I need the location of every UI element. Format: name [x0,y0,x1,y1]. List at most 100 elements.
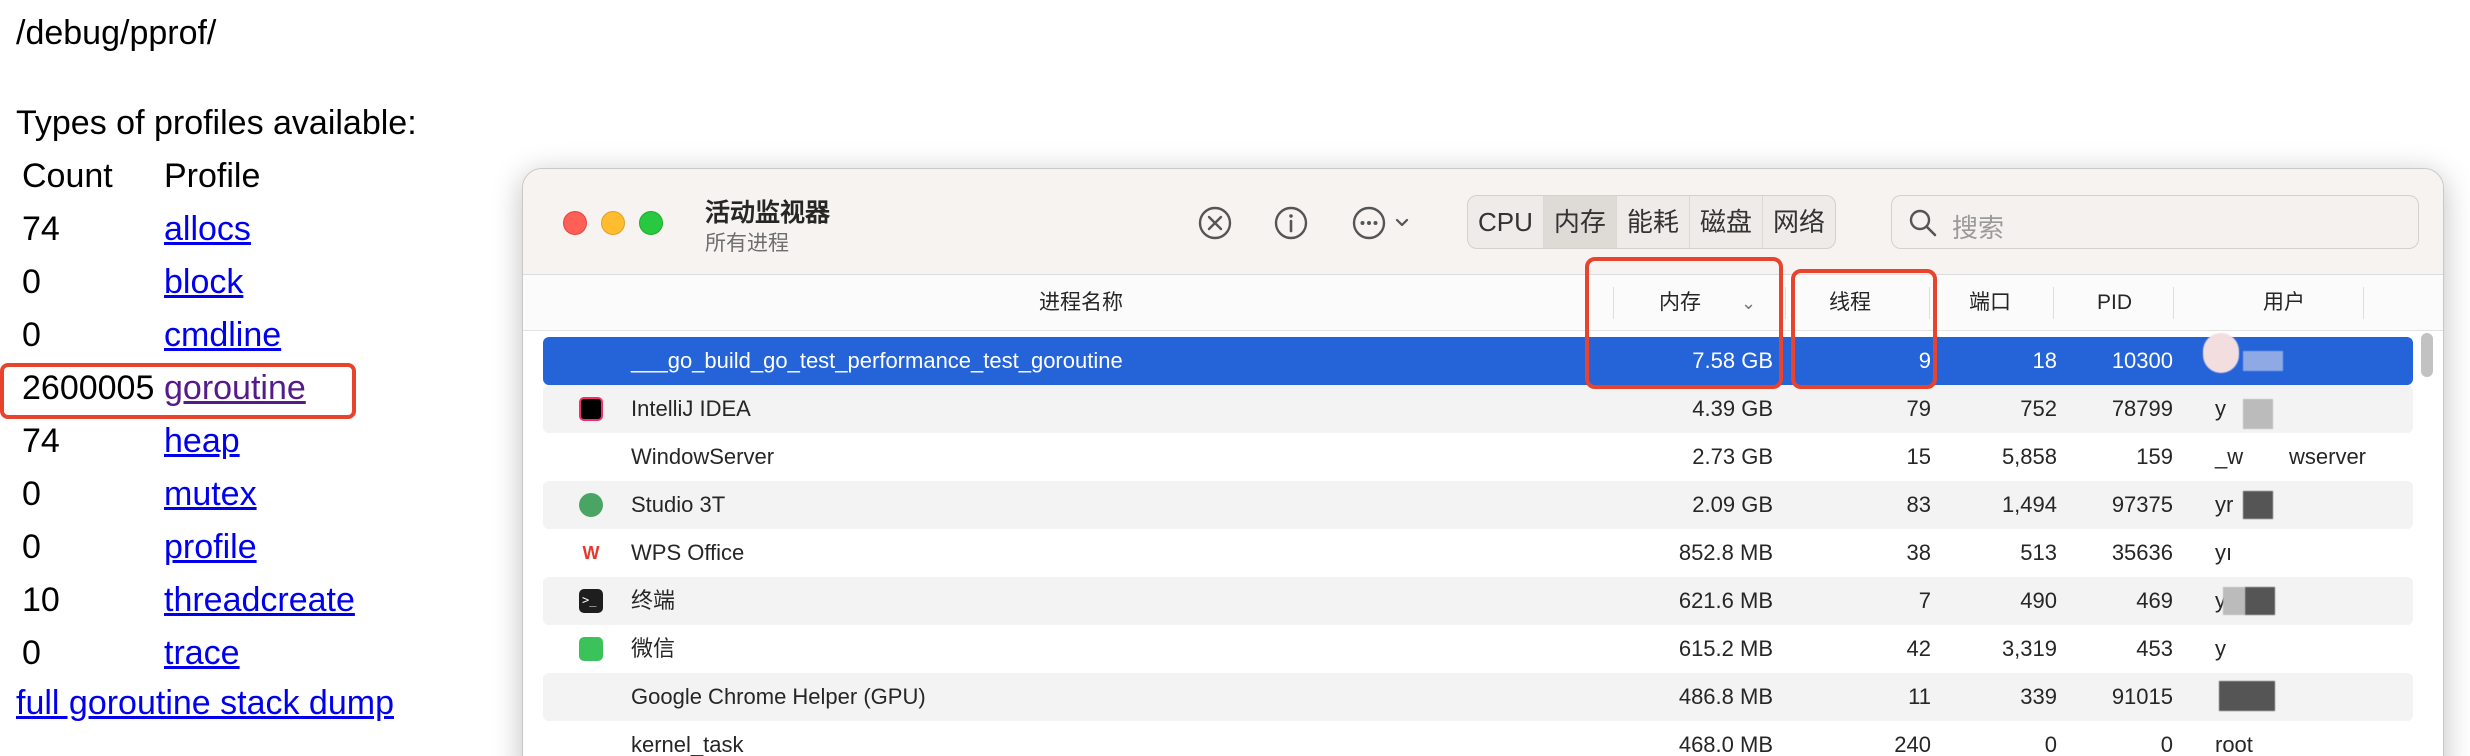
process-ports: 18 [2032,348,2057,373]
column-pid[interactable]: PID [2097,275,2132,331]
process-user: yr [2215,492,2234,517]
threads-highlight-box [1791,269,1937,389]
close-window-button[interactable] [563,211,587,235]
profile-link-heap[interactable]: heap [164,415,240,468]
column-divider [2363,287,2364,319]
process-memory: 852.8 MB [1678,540,1773,565]
process-pid: 469 [2136,588,2173,613]
profile-header: Profile [164,157,261,195]
process-pid: 91015 [2111,684,2173,709]
profile-link-mutex[interactable]: mutex [164,468,257,521]
redacted-user [2243,399,2273,429]
window-subtitle: 所有进程 [705,232,789,255]
redacted-user [2243,491,2273,519]
pprof-page: /debug/pprof/ Types of profiles availabl… [0,0,520,756]
full-goroutine-dump-link[interactable]: full goroutine stack dump [16,684,394,723]
vertical-scrollbar[interactable] [2421,333,2433,377]
process-pid: 453 [2136,636,2173,661]
process-row[interactable]: Google Chrome Helper (GPU) 486.8 MB 11 3… [543,673,2413,721]
process-row[interactable]: ___go_build_go_test_performance_test_gor… [543,333,2413,385]
profile-count: 10 [22,581,60,619]
redacted-user [2219,681,2275,711]
process-row[interactable]: >_ 终端 621.6 MB 7 490 469 y [543,577,2413,625]
process-row[interactable]: W WPS Office 852.8 MB 38 513 35636 yı [543,529,2413,577]
process-row[interactable]: Studio 3T 2.09 GB 83 1,494 97375 yr [543,481,2413,529]
profile-link-cmdline[interactable]: cmdline [164,309,281,362]
column-process-name[interactable]: 进程名称 [1039,275,1123,331]
process-ports: 752 [2020,396,2057,421]
types-heading: Types of profiles available: [16,104,417,142]
column-user[interactable]: 用户 [2263,275,2305,331]
process-user: y [2215,636,2226,661]
profile-count: 0 [22,634,41,672]
redacted-user [2245,587,2275,615]
redacted-user [2223,587,2245,615]
process-pid: 0 [2160,732,2173,756]
tab-energy[interactable]: 能耗 [1617,196,1690,248]
process-threads: 79 [1906,396,1931,421]
wps-icon: W [579,541,603,565]
process-list: ___go_build_go_test_performance_test_gor… [543,333,2413,756]
zoom-window-button[interactable] [639,211,663,235]
process-pid: 159 [2136,444,2173,469]
ellipsis-circle-icon [1352,206,1409,240]
redacted-user [2203,333,2239,373]
process-pid: 35636 [2111,540,2173,565]
profile-link-threadcreate[interactable]: threadcreate [164,574,355,627]
process-row[interactable]: IntelliJ IDEA 4.39 GB 79 752 78799 y [543,385,2413,433]
process-threads: 15 [1906,444,1931,469]
column-header-row: 进程名称 内存 ⌄ 线程 端口 PID 用户 [523,275,2443,331]
tab-disk[interactable]: 磁盘 [1690,196,1763,248]
profile-count: 74 [22,422,60,460]
process-pid: 97375 [2111,492,2173,517]
more-actions-button[interactable] [1345,199,1419,247]
search-field[interactable]: 搜索 [1891,195,2419,249]
toolbar: 活动监视器 所有进程 CPU 内存 能耗 磁盘 网络 搜索 [523,169,2443,275]
process-name: Studio 3T [631,492,726,517]
process-user: root [2215,732,2253,756]
process-ports: 1,494 [2001,492,2057,517]
tab-network[interactable]: 网络 [1763,196,1835,248]
profile-link-allocs[interactable]: allocs [164,203,251,256]
process-user: y [2215,396,2226,421]
terminal-icon: >_ [579,589,603,613]
count-header: Count [22,157,113,195]
process-ports: 513 [2020,540,2057,565]
window-title: 活动监视器 [705,199,831,227]
memory-highlight-box [1585,257,1783,389]
process-memory: 2.73 GB [1692,444,1773,469]
column-divider [2053,287,2054,319]
column-ports[interactable]: 端口 [1969,275,2011,331]
profile-link-block[interactable]: block [164,256,243,309]
column-divider [1785,287,1786,319]
search-placeholder: 搜索 [1952,213,2005,243]
profile-link-profile[interactable]: profile [164,521,257,574]
category-tabs: CPU 内存 能耗 磁盘 网络 [1467,195,1836,249]
column-divider [2173,287,2174,319]
process-threads: 11 [1908,684,1931,709]
goroutine-highlight-box [0,363,356,419]
process-memory: 486.8 MB [1678,684,1773,709]
process-pid: 10300 [2111,348,2173,373]
process-row[interactable]: 微信 615.2 MB 42 3,319 453 y [543,625,2413,673]
info-button[interactable] [1267,199,1315,247]
process-name: Google Chrome Helper (GPU) [631,684,926,709]
profile-link-trace[interactable]: trace [164,627,240,680]
process-pid: 78799 [2111,396,2173,421]
process-user: _w [2215,444,2244,469]
minimize-window-button[interactable] [601,211,625,235]
process-name: kernel_task [631,732,744,756]
process-memory: 4.39 GB [1692,396,1773,421]
stop-process-button[interactable] [1191,199,1239,247]
tab-memory[interactable]: 内存 [1543,196,1617,248]
process-row[interactable]: WindowServer 2.73 GB 15 5,858 159 _w wse… [543,433,2413,481]
process-threads: 83 [1906,492,1931,517]
process-threads: 38 [1906,540,1931,565]
tab-cpu[interactable]: CPU [1468,196,1544,248]
process-ports: 5,858 [2001,444,2057,469]
process-memory: 2.09 GB [1692,492,1773,517]
profile-count: 74 [22,210,60,248]
wechat-icon [579,637,603,661]
process-name: WPS Office [631,540,745,565]
process-row[interactable]: kernel_task 468.0 MB 240 0 0 root [543,721,2413,756]
